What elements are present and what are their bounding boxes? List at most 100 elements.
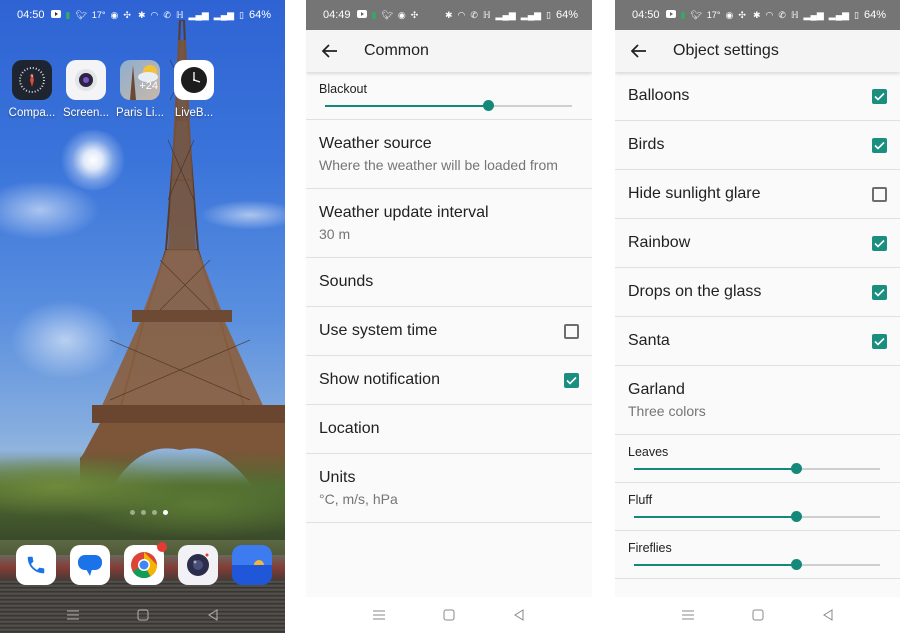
hide-sunlight-glare-checkbox[interactable] (872, 186, 887, 202)
page-dot[interactable] (130, 510, 135, 515)
gallery-icon[interactable] (232, 545, 272, 585)
dock (16, 542, 272, 585)
page-title: Object settings (673, 42, 779, 59)
setting-title: Location (319, 420, 380, 437)
app-screen-recorder[interactable]: Screen... (63, 60, 109, 119)
page-dot[interactable] (141, 510, 146, 515)
use-system-time-checkbox[interactable] (564, 323, 579, 339)
menu-nav-button[interactable] (370, 606, 388, 624)
slider-fill (634, 564, 797, 566)
leaves-slider[interactable] (634, 463, 880, 474)
back-nav-button[interactable] (819, 606, 837, 624)
signal-icon: ▂▄▆ (803, 9, 824, 20)
garland-setting[interactable]: Garland Three colors (615, 366, 900, 435)
page-dot-active[interactable] (163, 510, 168, 515)
browser-icon: ◉ (110, 9, 119, 20)
bluetooth-icon: ✱ (137, 9, 146, 20)
drops-on-glass-checkbox[interactable] (872, 284, 887, 300)
hide-sunlight-glare-setting[interactable]: Hide sunlight glare (615, 170, 900, 219)
notification-badge (157, 542, 167, 552)
checkmark-icon (874, 337, 885, 346)
volte-icon: ℍ (790, 9, 799, 20)
back-nav-button[interactable] (204, 606, 222, 624)
birds-setting[interactable]: Birds (615, 121, 900, 170)
menu-nav-button[interactable] (679, 606, 697, 624)
slider-thumb[interactable] (791, 559, 803, 570)
slider-label: Leaves (628, 445, 669, 459)
back-button[interactable] (318, 39, 342, 63)
phone-icon[interactable] (16, 545, 56, 585)
slider-thumb[interactable] (791, 511, 803, 522)
navigation-bar (615, 597, 900, 633)
app-paris-live-wallpaper[interactable]: +24 Paris Li... (116, 60, 164, 119)
home-nav-button[interactable] (134, 606, 152, 624)
weather-source-setting[interactable]: Weather source Where the weather will be… (306, 120, 592, 189)
fireflies-slider[interactable] (634, 559, 880, 570)
blackout-slider[interactable] (325, 100, 572, 111)
sounds-setting[interactable]: Sounds (306, 258, 592, 307)
wifi-icon: ◠ (765, 9, 774, 20)
status-bar: 04:50 ▮ 🐦︎ 17° ◉ ✣ ✱ ◠ ✆ ℍ ▂▄▆ ▂▄▆ ▯ 64% (0, 0, 285, 30)
slider-thumb[interactable] (483, 100, 495, 111)
twitter-icon: 🐦︎ (75, 9, 87, 20)
setting-subtitle: Three colors (628, 403, 706, 419)
checkmark-icon (874, 141, 885, 150)
slider-fill (634, 468, 797, 470)
app-grid: N Compa... Screen... +24 Paris Li... Liv… (9, 60, 214, 119)
balloons-checkbox[interactable] (872, 88, 887, 104)
fan-icon: ✣ (123, 9, 131, 20)
drops-on-glass-setting[interactable]: Drops on the glass (615, 268, 900, 317)
santa-checkbox[interactable] (872, 333, 887, 349)
object-settings-list: Balloons Birds Hide sunlight glare Rainb… (615, 72, 900, 579)
clock-icon (174, 60, 214, 100)
app-live-clock[interactable]: LiveB... (174, 60, 214, 119)
wifi-icon: ◠ (150, 9, 159, 20)
setting-title: Garland (628, 381, 685, 398)
santa-setting[interactable]: Santa (615, 317, 900, 366)
rainbow-setting[interactable]: Rainbow (615, 219, 900, 268)
camera-icon[interactable] (178, 545, 218, 585)
back-button[interactable] (627, 39, 651, 63)
back-nav-button[interactable] (510, 606, 528, 624)
show-notification-checkbox[interactable] (564, 372, 579, 388)
setting-subtitle: Where the weather will be loaded from (319, 157, 558, 173)
location-setting[interactable]: Location (306, 405, 592, 454)
leaves-setting: Leaves (615, 435, 900, 483)
birds-checkbox[interactable] (872, 137, 887, 153)
arrow-left-icon (322, 44, 337, 58)
use-system-time-setting[interactable]: Use system time (306, 307, 592, 356)
fluff-slider[interactable] (634, 511, 880, 522)
slider-thumb[interactable] (791, 463, 803, 474)
messages-icon[interactable] (70, 545, 110, 585)
menu-nav-button[interactable] (64, 606, 82, 624)
slider-label: Fluff (628, 493, 653, 507)
weather-update-interval-setting[interactable]: Weather update interval 30 m (306, 189, 592, 258)
temperature-badge: +24 (139, 80, 158, 92)
checkmark-icon (874, 288, 885, 297)
units-setting[interactable]: Units °C, m/s, hPa (306, 454, 592, 523)
show-notification-setting[interactable]: Show notification (306, 356, 592, 405)
wifi-icon: ◠ (457, 9, 466, 20)
bluetooth-icon: ✱ (444, 9, 453, 20)
arrow-left-icon (631, 44, 646, 58)
fan-icon: ✣ (738, 9, 746, 20)
chrome-icon[interactable] (124, 542, 167, 585)
battery-percent: 64% (555, 9, 578, 21)
rainbow-checkbox[interactable] (872, 235, 887, 251)
home-nav-button[interactable] (440, 606, 458, 624)
signal-icon: ▂▄▆ (520, 9, 542, 20)
signal-icon: ▂▄▆ (828, 9, 850, 20)
status-time: 04:50 (17, 9, 45, 21)
home-nav-button[interactable] (749, 606, 767, 624)
battery-percent: 64% (863, 9, 886, 21)
page-dot[interactable] (152, 510, 157, 515)
setting-title: Balloons (628, 87, 690, 104)
trees (0, 450, 285, 540)
slider-label: Blackout (319, 82, 367, 96)
settings-list: Blackout Weather source Where the weathe… (306, 72, 592, 523)
home-screen: 04:50 ▮ 🐦︎ 17° ◉ ✣ ✱ ◠ ✆ ℍ ▂▄▆ ▂▄▆ ▯ 64%… (0, 0, 285, 633)
app-label: LiveB... (174, 107, 214, 119)
app-compass[interactable]: N Compa... (9, 60, 55, 119)
temperature-text: 17° (706, 10, 721, 20)
balloons-setting[interactable]: Balloons (615, 72, 900, 121)
